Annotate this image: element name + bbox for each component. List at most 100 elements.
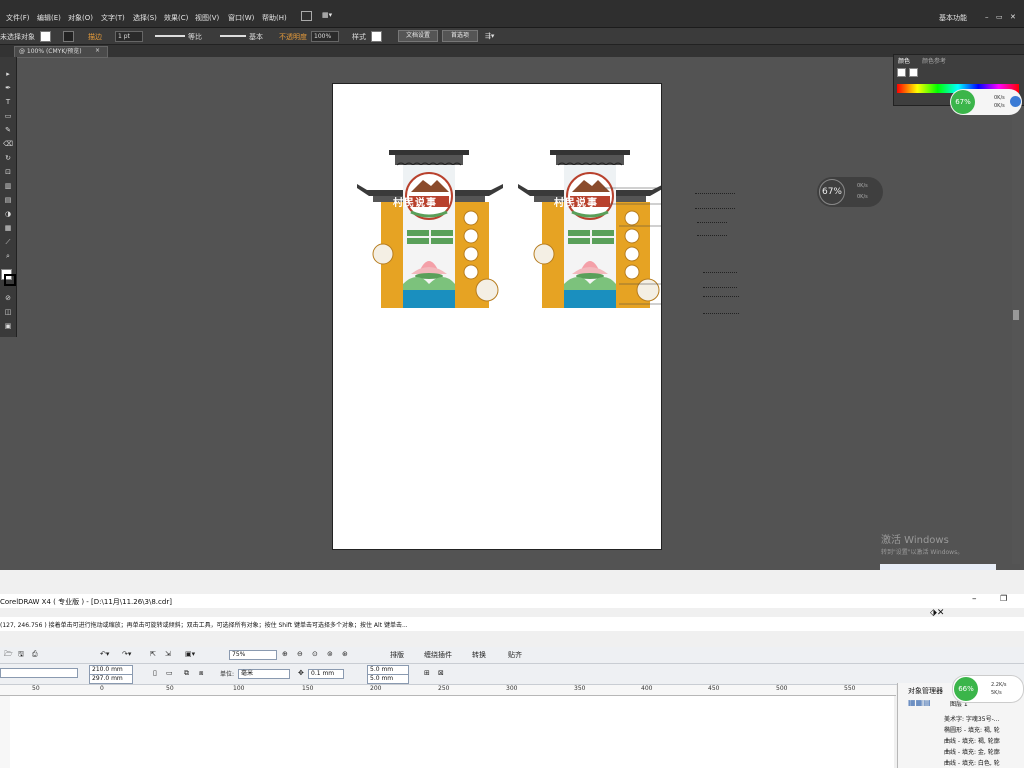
fill-swatch[interactable] xyxy=(40,31,51,42)
horizontal-ruler[interactable]: 50 0 50 100 150 200 250 300 350 400 450 … xyxy=(0,685,896,696)
stroke-color-icon[interactable] xyxy=(4,274,16,286)
menu-view[interactable]: 视图(V) xyxy=(195,13,219,23)
menu-select[interactable]: 选择(S) xyxy=(133,13,157,23)
annotation-text-3 xyxy=(703,272,737,288)
tab-color-guide[interactable]: 颜色参考 xyxy=(922,56,946,65)
object-manager-title: 对象管理器 xyxy=(908,687,943,695)
network-gauge-2[interactable]: 67% 0K/s 0K/s xyxy=(817,177,883,207)
menu-file[interactable]: 文件(F) xyxy=(6,13,30,23)
object-manager-view-icons[interactable]: ▦▦▤ xyxy=(908,698,931,707)
bridge-icon[interactable] xyxy=(301,11,312,21)
opacity-field[interactable]: 100% xyxy=(311,31,339,42)
preferences-button[interactable]: 首选项 xyxy=(442,30,478,42)
menu-edit[interactable]: 编辑(E) xyxy=(37,13,61,23)
document-tab[interactable]: @ 100% (CMYK/预览) xyxy=(14,46,108,58)
restore-icon[interactable]: ▭ xyxy=(996,13,1003,21)
minimize-icon[interactable]: – xyxy=(972,594,977,604)
rotate-tool-icon[interactable]: ↻ xyxy=(3,153,13,163)
paper-type-select[interactable] xyxy=(0,668,78,678)
import-icon[interactable]: ⇱ xyxy=(150,650,156,658)
current-page-icon[interactable]: ⧈ xyxy=(199,669,203,678)
print-icon[interactable]: ⎙ xyxy=(32,650,38,659)
style-swatch[interactable] xyxy=(371,31,382,42)
workspace-switcher[interactable]: 基本功能 xyxy=(939,13,967,23)
artboard[interactable]: 村民说事 村民说事 xyxy=(332,83,689,550)
object-item[interactable]: 曲线 - 填充: 褐, 轮廓 xyxy=(944,736,1000,745)
page-height-field[interactable]: 297.0 mm xyxy=(89,674,133,684)
panel-stroke-swatch[interactable] xyxy=(909,68,918,77)
stroke-profile[interactable]: 等比 xyxy=(188,32,202,42)
tab-close-icon[interactable]: × xyxy=(95,47,100,54)
object-item[interactable]: 美术字: 字魂35号-... xyxy=(944,714,999,723)
blend-tool-icon[interactable]: ◑ xyxy=(3,209,13,219)
redo-icon[interactable]: ↷▾ xyxy=(122,650,131,658)
column-graph-tool-icon[interactable]: ▦ xyxy=(3,223,13,233)
object-item[interactable]: 曲线 - 填充: 白色, 轮 xyxy=(944,758,1000,767)
treat-as-filled-icon[interactable]: ⊠ xyxy=(438,669,444,677)
open-icon[interactable]: 🗁 xyxy=(4,650,13,661)
eraser-tool-icon[interactable]: ⌫ xyxy=(3,139,13,149)
gradient-tool-icon[interactable]: ▤ xyxy=(3,195,13,205)
ruler-tick: 200 xyxy=(370,685,382,692)
free-transform-tool-icon[interactable]: ⊡ xyxy=(3,167,13,177)
panel-fill-swatch[interactable] xyxy=(897,68,906,77)
drawing-canvas[interactable] xyxy=(10,696,894,768)
minimize-icon[interactable]: – xyxy=(985,13,989,21)
control-panel: 未选择对象 描边 1 pt 等比 基本 不透明度 100% 样式 文档设置 首选… xyxy=(0,28,1024,45)
dimension-units-icon[interactable]: ⊞ xyxy=(424,669,430,677)
object-item[interactable]: 椭圆形 - 填充: 褐, 轮 xyxy=(944,725,1000,734)
menu-help[interactable]: 帮助(H) xyxy=(262,13,287,23)
network-gauge-3[interactable]: 66% 2.2K/s 5K/s xyxy=(952,675,1024,703)
menu-effect[interactable]: 效果(C) xyxy=(164,13,188,23)
selection-tool-icon[interactable]: ▸ xyxy=(3,69,13,79)
arrange-icon[interactable]: ⇶▾ xyxy=(485,32,494,40)
zoom-all-icon[interactable]: ⊚ xyxy=(327,650,333,658)
zoom-in-icon[interactable]: ⊕ xyxy=(282,650,288,658)
zoom-selected-icon[interactable]: ⊙ xyxy=(312,650,318,658)
pen-tool-icon[interactable]: ✒ xyxy=(3,83,13,93)
all-pages-icon[interactable]: ⧉ xyxy=(184,669,189,678)
network-gauge-1[interactable]: 67% 0K/s 0K/s xyxy=(950,89,1022,115)
close-icon[interactable]: ✕ xyxy=(1010,13,1016,21)
zoom-tool-icon[interactable]: ⌕ xyxy=(3,251,13,261)
duplicate-y-field[interactable]: 5.0 mm xyxy=(367,674,409,684)
zoom-page-icon[interactable]: ⊛ xyxy=(342,650,348,658)
type-tool-icon[interactable]: T xyxy=(3,97,13,107)
vertical-scrollbar[interactable] xyxy=(1012,104,1020,564)
stroke-weight-field[interactable]: 1 pt xyxy=(115,31,143,42)
menu-window[interactable]: 窗口(W) xyxy=(228,13,254,23)
eyedropper-tool-icon[interactable]: ⟋ xyxy=(3,237,13,247)
snap-button[interactable]: 贴齐 xyxy=(508,650,522,660)
tab-color[interactable]: 颜色 xyxy=(898,56,910,65)
brush-selector[interactable]: 基本 xyxy=(249,32,263,42)
zoom-level-field[interactable]: 75% xyxy=(229,650,277,660)
rectangle-tool-icon[interactable]: ▭ xyxy=(3,111,13,121)
restore-icon[interactable]: ❐ xyxy=(1000,594,1007,603)
landscape-icon[interactable]: ▭ xyxy=(166,669,173,677)
convert-button[interactable]: 转换 xyxy=(472,650,486,660)
zoom-out-icon[interactable]: ⊖ xyxy=(297,650,303,658)
menu-object[interactable]: 对象(O) xyxy=(68,13,93,23)
graph-tool-icon[interactable]: ▥ xyxy=(3,181,13,191)
draw-mode-icon[interactable]: ◫ xyxy=(3,307,13,317)
portrait-icon[interactable]: ▯ xyxy=(153,669,157,677)
export-icon[interactable]: ⇲ xyxy=(165,650,171,658)
none-color-icon[interactable]: ⊘ xyxy=(3,293,13,303)
opacity-label[interactable]: 不透明度 xyxy=(279,32,307,42)
application-launcher-icon[interactable]: ▣▾ xyxy=(185,650,195,658)
scrollbar-thumb[interactable] xyxy=(1013,310,1019,320)
object-item[interactable]: 曲线 - 填充: 金, 轮廓 xyxy=(944,747,1000,756)
layout-plugin-button[interactable]: 排版 xyxy=(390,650,404,660)
document-setup-button[interactable]: 文档设置 xyxy=(398,30,438,42)
save-icon[interactable]: 🖫 xyxy=(18,650,24,661)
stroke-swatch[interactable] xyxy=(63,31,74,42)
unit-select[interactable]: 毫米 xyxy=(238,669,290,679)
nudge-distance-field[interactable]: 0.1 mm xyxy=(308,669,344,679)
stroke-label[interactable]: 描边 xyxy=(88,32,102,42)
menu-type[interactable]: 文字(T) xyxy=(101,13,125,23)
screen-mode-icon[interactable]: ▣ xyxy=(3,321,13,331)
wrap-plugin-button[interactable]: 缠绕插件 xyxy=(424,650,452,660)
undo-icon[interactable]: ↶▾ xyxy=(100,650,109,658)
arrange-docs-icon[interactable]: ▦▾ xyxy=(322,11,332,19)
pencil-tool-icon[interactable]: ✎ xyxy=(3,125,13,135)
